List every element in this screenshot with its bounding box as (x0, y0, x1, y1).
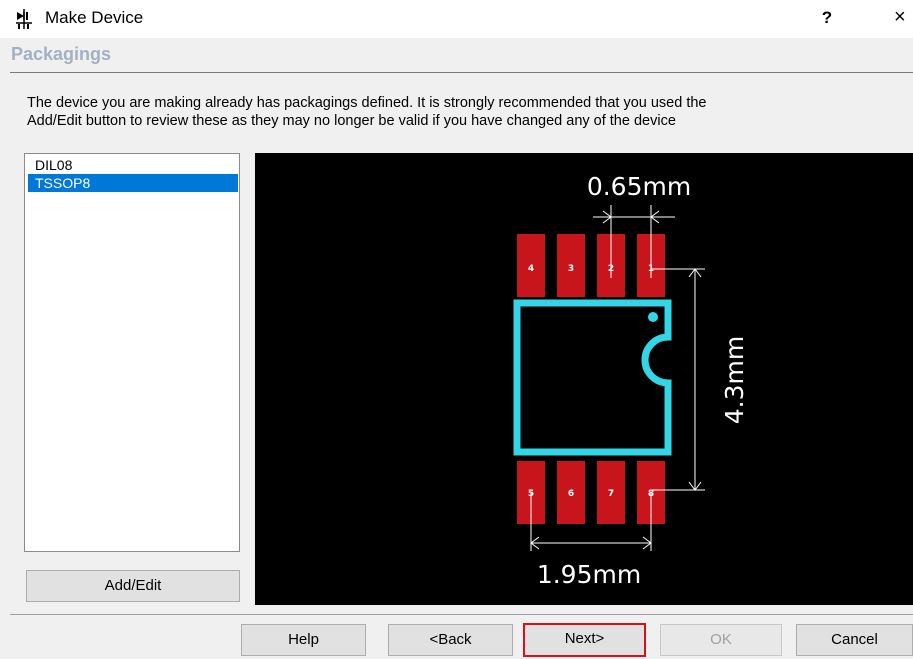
header-divider (10, 72, 913, 73)
window-title: Make Device (45, 8, 144, 27)
ok-button[interactable]: OK (660, 624, 782, 656)
package-preview: 4 3 2 1 5 6 7 8 0.65mm 4.3mm 1.95mm (255, 153, 913, 605)
pin-number: 6 (568, 489, 574, 499)
pitch-label: 0.65mm (587, 172, 691, 201)
back-button[interactable]: <Back (388, 624, 513, 656)
context-help-button[interactable]: ? (818, 8, 836, 28)
bottom-pads (517, 461, 665, 524)
description-line-2: Add/Edit button to review these as they … (27, 113, 676, 129)
footprint-drawing: 4 3 2 1 5 6 7 8 0.65mm 4.3mm 1.95mm (513, 172, 749, 589)
close-window-button[interactable]: × (894, 6, 913, 29)
cancel-button[interactable]: Cancel (796, 624, 913, 656)
page-title: Packagings (11, 44, 112, 64)
footer-divider (10, 614, 913, 615)
width-label: 1.95mm (537, 560, 641, 589)
add-edit-button[interactable]: Add/Edit (26, 570, 240, 602)
pin-number: 4 (528, 264, 534, 274)
pin-number: 7 (608, 489, 614, 499)
title-bar: Make Device ? × (0, 0, 913, 38)
package-outline (513, 299, 672, 456)
packaging-list[interactable]: DIL08 TSSOP8 (24, 153, 240, 552)
pin1-marker (648, 312, 658, 322)
description-text: The device you are making already has pa… (27, 94, 706, 130)
packaging-item-tssop8[interactable]: TSSOP8 (28, 174, 238, 192)
description-line-1: The device you are making already has pa… (27, 95, 707, 111)
width-dimension (530, 493, 652, 551)
packaging-item-dil08[interactable]: DIL08 (28, 156, 238, 174)
top-pads (517, 234, 665, 297)
height-label: 4.3mm (720, 336, 749, 424)
next-button[interactable]: Next> (523, 623, 646, 657)
make-device-app-icon (14, 9, 34, 29)
help-button[interactable]: Help (241, 624, 366, 656)
pin-number: 3 (568, 264, 574, 274)
